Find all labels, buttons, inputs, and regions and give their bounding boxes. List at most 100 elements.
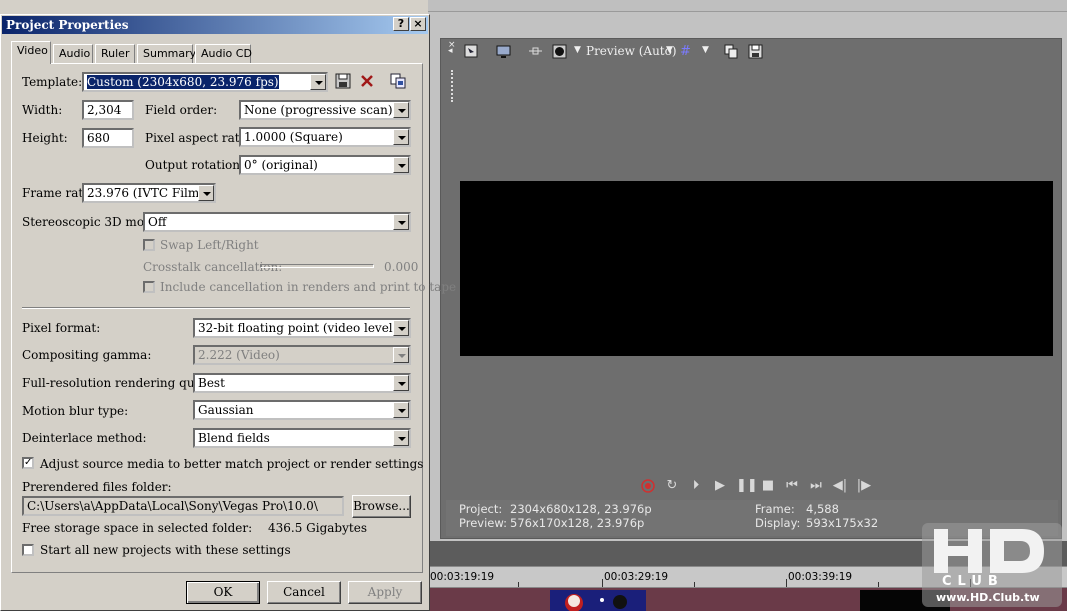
frame-rate-dropdown[interactable]: 23.976 (IVTC Film) xyxy=(82,183,216,203)
compositing-gamma-dropdown[interactable]: 2.222 (Video) xyxy=(193,345,411,365)
loop-playback-icon[interactable]: ↻ xyxy=(664,478,680,494)
output-rotation-dropdown[interactable]: 0° (original) xyxy=(239,155,411,175)
tab-ruler[interactable]: Ruler xyxy=(95,44,135,63)
project-info-label: Project: xyxy=(459,502,503,516)
frame-info-label: Frame: xyxy=(755,502,795,516)
chevron-down-icon xyxy=(393,129,409,145)
play-from-start-icon[interactable]: ⏵ xyxy=(688,478,704,494)
pause-icon[interactable]: ❚❚ xyxy=(736,478,758,494)
free-storage-label: Free storage space in selected folder: xyxy=(22,521,253,535)
section-divider xyxy=(22,307,410,309)
field-order-label: Field order: xyxy=(145,103,218,117)
browse-button[interactable]: Browse... xyxy=(352,495,411,518)
chevron-down-icon xyxy=(393,375,409,391)
cancel-button[interactable]: Cancel xyxy=(267,581,341,604)
display-info-value: 593x175x32 xyxy=(806,516,879,530)
field-order-dropdown[interactable]: None (progressive scan) xyxy=(239,100,411,120)
preview-toolbar: × ◂ ▼ Preview (Auto) ▼ # ▼ xyxy=(446,40,1058,64)
external-monitor-icon[interactable] xyxy=(496,44,511,59)
pixel-format-label: Pixel format: xyxy=(22,321,101,335)
include-cancellation-checkbox[interactable] xyxy=(143,281,155,293)
deinterlace-dropdown[interactable]: Blend fields xyxy=(193,428,411,448)
save-template-icon[interactable] xyxy=(335,73,351,89)
stereoscopic-label: Stereoscopic 3D mode: xyxy=(22,215,163,229)
start-new-projects-label: Start all new projects with these settin… xyxy=(40,543,291,557)
tab-audio-cd[interactable]: Audio CD xyxy=(195,44,252,63)
frame-rate-value: 23.976 (IVTC Film) xyxy=(87,186,204,200)
start-new-projects-checkbox[interactable] xyxy=(22,544,34,556)
adjust-source-media-checkbox[interactable]: ✓ xyxy=(22,457,34,469)
width-input[interactable]: 2,304 xyxy=(82,100,134,120)
tab-audio[interactable]: Audio xyxy=(53,44,93,63)
ruler-tick xyxy=(786,579,787,587)
delete-template-icon[interactable] xyxy=(359,73,375,89)
copy-snapshot-icon[interactable] xyxy=(724,44,739,59)
split-screen-icon[interactable] xyxy=(528,44,543,59)
workspace-top-strip xyxy=(428,0,1067,12)
height-label: Height: xyxy=(22,131,68,145)
pixel-aspect-ratio-value: 1.0000 (Square) xyxy=(244,130,343,144)
deinterlace-label: Deinterlace method: xyxy=(22,431,147,445)
close-pane-icon[interactable]: × ◂ xyxy=(448,41,456,62)
chevron-down-icon xyxy=(393,347,409,363)
go-to-start-icon[interactable]: ⏮ xyxy=(784,478,800,494)
video-clip-thumbnail[interactable] xyxy=(550,590,646,611)
chevron-down-icon xyxy=(393,214,409,230)
chevron-down-icon xyxy=(393,157,409,173)
ruler-label: 00:03:39:19 xyxy=(788,571,853,583)
ruler-tick xyxy=(602,579,603,587)
template-value: Custom (2304x680, 23.976 fps) xyxy=(87,75,279,89)
preview-info-value: 576x170x128, 23.976p xyxy=(510,516,645,530)
motion-blur-value: Gaussian xyxy=(198,403,254,417)
swap-left-right-checkbox[interactable] xyxy=(143,239,155,251)
ruler-tick xyxy=(518,582,519,587)
match-media-settings-icon[interactable] xyxy=(390,73,406,89)
template-label: Template: xyxy=(22,75,83,89)
pixel-format-dropdown[interactable]: 32-bit floating point (video levels) xyxy=(193,318,411,338)
swap-left-right-label: Swap Left/Right xyxy=(160,238,259,252)
ok-button[interactable]: OK xyxy=(186,581,260,604)
overlays-dropdown-arrow-icon[interactable]: ▼ xyxy=(702,45,709,55)
height-input[interactable]: 680 xyxy=(82,128,134,148)
record-icon[interactable] xyxy=(640,478,656,494)
overlays-grid-icon[interactable]: # xyxy=(680,44,695,59)
tab-video[interactable]: Video xyxy=(11,41,51,64)
transport-controls: ↻ ⏵ ▶ ❚❚ ■ ⏮ ⏭ ◀| |▶ xyxy=(636,476,886,496)
play-icon[interactable]: ▶ xyxy=(712,478,728,494)
chevron-down-icon xyxy=(198,185,214,201)
ruler-label: 00:03:19:19 xyxy=(430,571,495,583)
ruler-tick xyxy=(694,582,695,587)
hd-club-watermark: CLUB www.HD.Club.tw xyxy=(922,523,1062,607)
quality-dropdown-arrow-icon[interactable]: ▼ xyxy=(574,45,581,55)
help-button[interactable]: ? xyxy=(393,17,409,31)
include-cancellation-label: Include cancellation in renders and prin… xyxy=(160,280,457,294)
crosstalk-slider[interactable] xyxy=(260,264,374,268)
chevron-down-icon xyxy=(393,102,409,118)
tab-summary[interactable]: Summary xyxy=(137,44,196,63)
pixel-aspect-ratio-dropdown[interactable]: 1.0000 (Square) xyxy=(239,127,411,147)
template-dropdown[interactable]: Custom (2304x680, 23.976 fps) xyxy=(82,72,328,92)
go-to-end-icon[interactable]: ⏭ xyxy=(808,478,824,494)
stop-icon[interactable]: ■ xyxy=(760,478,776,494)
project-info-value: 2304x680x128, 23.976p xyxy=(510,502,652,516)
save-snapshot-icon[interactable] xyxy=(748,44,763,59)
project-properties-icon[interactable] xyxy=(464,44,479,59)
rendering-quality-dropdown[interactable]: Best xyxy=(193,373,411,393)
video-preview-frame xyxy=(460,181,1053,356)
preview-quality-label[interactable]: Preview (Auto) xyxy=(586,44,677,58)
close-button[interactable]: × xyxy=(410,17,426,31)
stereoscopic-dropdown[interactable]: Off xyxy=(143,212,411,232)
apply-button[interactable]: Apply xyxy=(348,581,422,604)
preview-quality-icon[interactable] xyxy=(552,44,567,59)
ruler-label: 00:03:29:19 xyxy=(604,571,669,583)
preview-dropdown-arrow-icon[interactable]: ▼ xyxy=(666,45,673,55)
dialog-titlebar[interactable]: Project Properties xyxy=(2,16,428,34)
prerendered-folder-input[interactable]: C:\Users\a\AppData\Local\Sony\Vegas Pro\… xyxy=(22,496,344,516)
width-label: Width: xyxy=(22,103,63,117)
motion-blur-dropdown[interactable]: Gaussian xyxy=(193,400,411,420)
previous-frame-icon[interactable]: ◀| xyxy=(832,478,848,494)
deinterlace-value: Blend fields xyxy=(198,431,270,445)
svg-text:CLUB: CLUB xyxy=(942,574,1004,589)
next-frame-icon[interactable]: |▶ xyxy=(856,478,872,494)
chevron-down-icon xyxy=(393,320,409,336)
